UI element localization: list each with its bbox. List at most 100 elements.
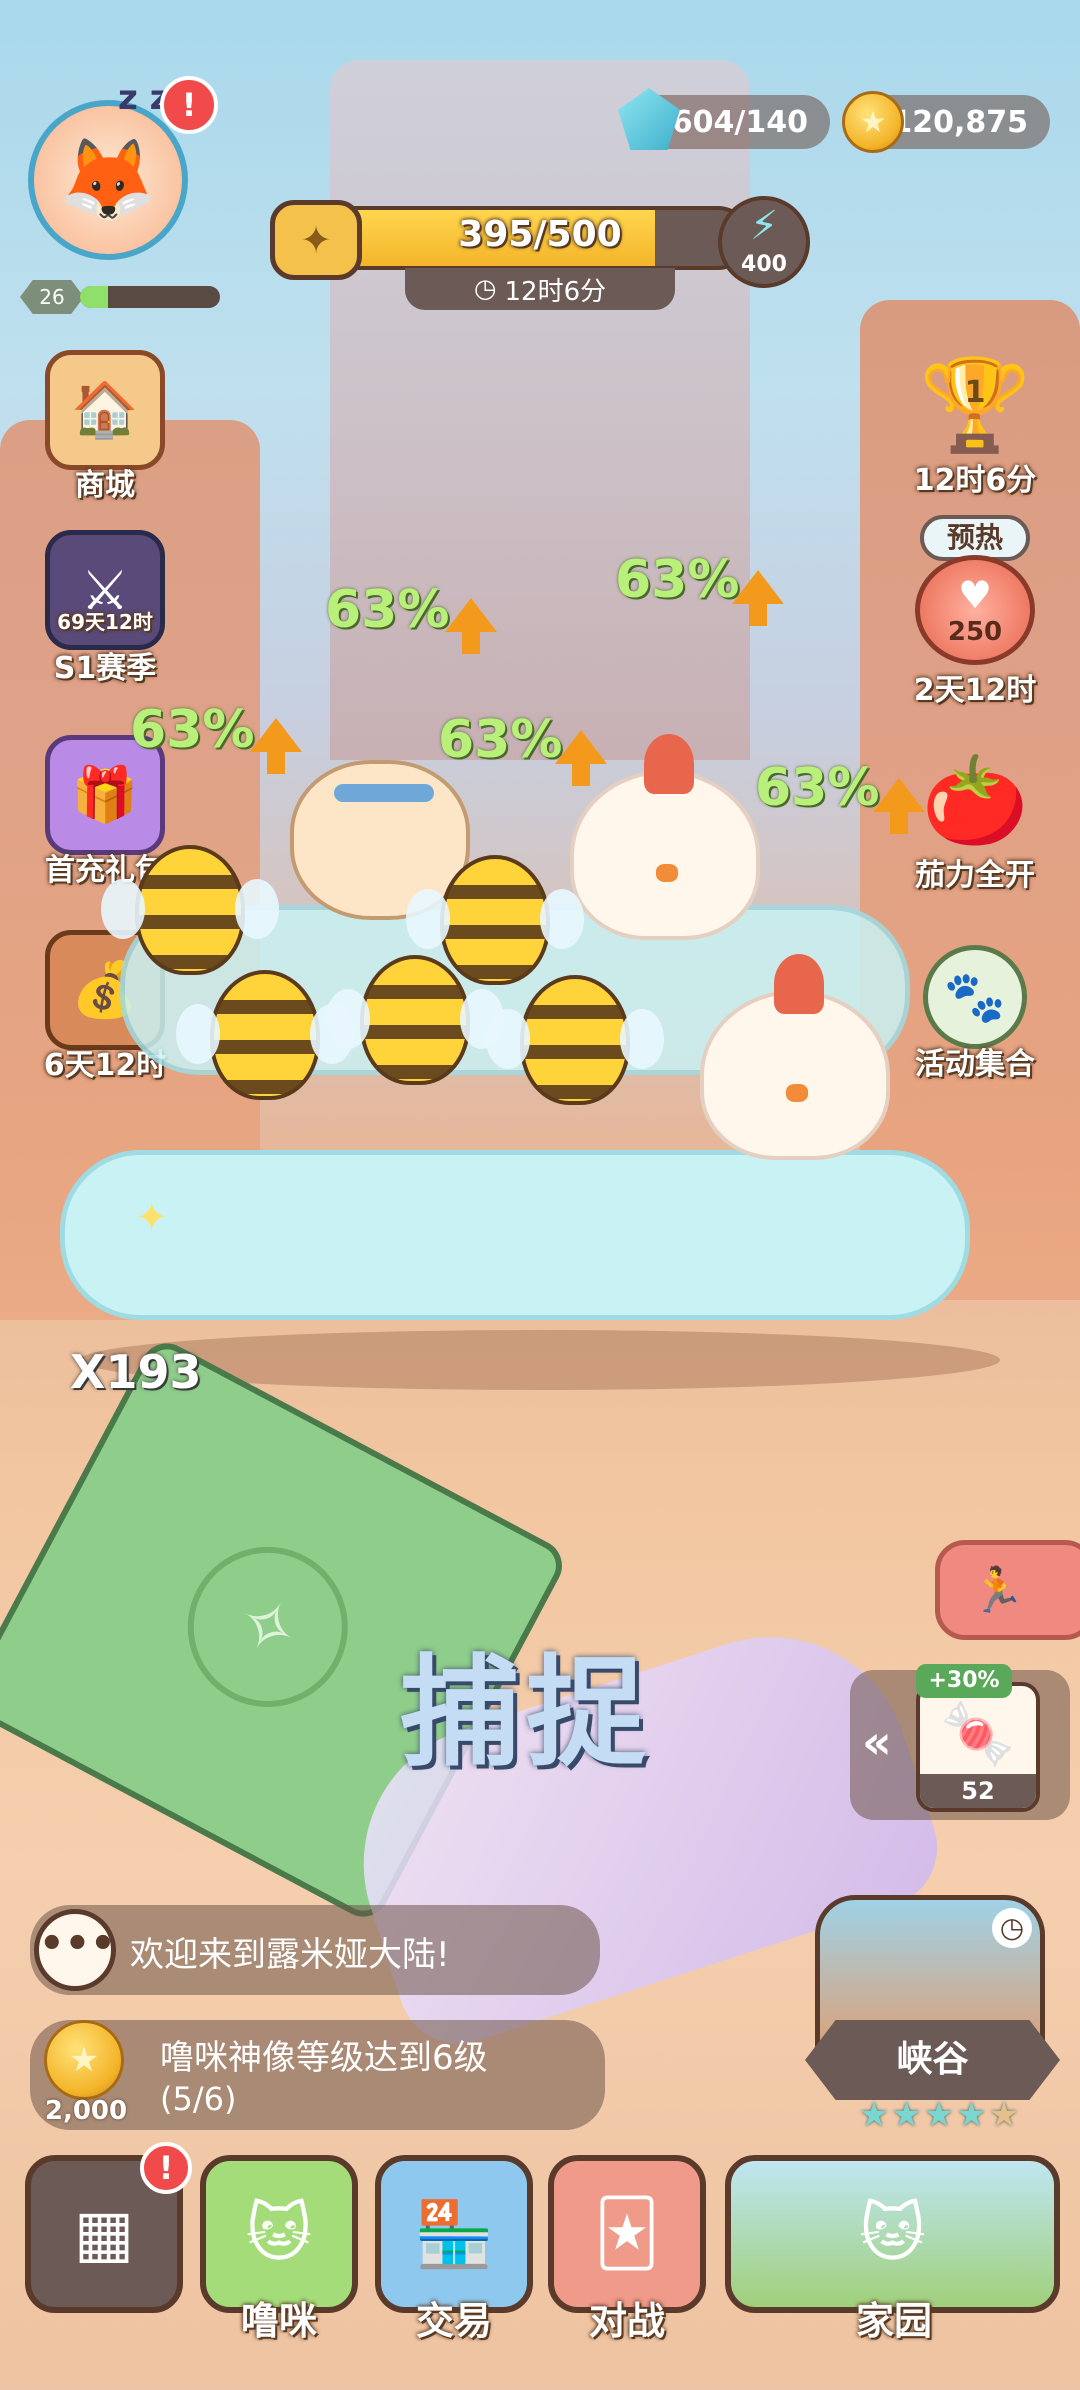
location-name: 峡谷 [896, 2039, 969, 2080]
bee-creature[interactable] [406, 855, 584, 985]
grid-menu-icon: ▦ [73, 2197, 135, 2271]
tomato-event-button[interactable]: 🍅 茄力全开 [900, 740, 1050, 894]
menu-alert-badge: ! [140, 2142, 192, 2194]
lightning-icon: ⚡ [749, 203, 779, 249]
chicken-creature[interactable] [700, 954, 890, 1160]
activity-button[interactable]: 🐾 活动集合 [900, 945, 1050, 1083]
bee-creature[interactable] [101, 845, 279, 975]
player-avatar[interactable]: 🦊 [28, 100, 188, 260]
season-progress-panel[interactable]: 395/500 ✦ ◷ 12时6分 ⚡ 400 [270, 196, 810, 310]
preheat-timer: 2天12时 [913, 673, 1037, 708]
battle-cards-icon: 🃏 [594, 2197, 660, 2271]
activity-label: 活动集合 [915, 1047, 1035, 1082]
trophy-button[interactable]: 🏆 1 12时6分 [900, 345, 1050, 499]
arrow-up-icon [873, 778, 925, 834]
trade-icon: 🏪 [414, 2197, 494, 2272]
pet-bowl-icon: 🐱 [245, 2197, 313, 2271]
tomato-icon: 🍅 [921, 750, 1029, 851]
card-multiplier: X193 [70, 1345, 202, 1399]
bolt-cost: 400 [741, 252, 787, 277]
location-name-plate: 峡谷 [805, 2020, 1060, 2100]
season-sub: 69天12时 [57, 610, 153, 634]
season-progress-text: 395/500 [458, 214, 622, 255]
home-icon: 🐱 [859, 2197, 926, 2271]
collapse-arrow-icon[interactable]: « [862, 1715, 892, 1769]
exit-button[interactable]: 🏃 [935, 1540, 1080, 1640]
shop-button[interactable]: 🏠 商城 [30, 350, 180, 504]
star-icon: ★ [956, 2095, 989, 2135]
canyon-rock-center [330, 60, 750, 760]
quest-reward-coin-icon: ★ [44, 2020, 124, 2100]
chat-bubble-icon: ••• [34, 1909, 116, 1991]
nav-lumi-label: 噜咪 [240, 2299, 317, 2343]
shop-icon: 🏠 [45, 350, 165, 470]
headband [334, 784, 434, 802]
nav-home-label: 家园 [855, 2299, 932, 2343]
chat-message: 欢迎来到露米娅大陆! [130, 1935, 450, 1975]
bee-creature[interactable] [326, 955, 504, 1085]
heart-icon: ♥ [957, 573, 993, 617]
quest-reward: 2,000 [44, 2096, 128, 2126]
star-icon: ★ [923, 2095, 957, 2135]
season-label: S1赛季 [53, 651, 157, 686]
capture-button-label[interactable]: 捕捉 [400, 1615, 652, 1789]
bait-selector[interactable]: « +30% 🍬 52 [850, 1664, 1070, 1820]
preheat-event-button[interactable]: 预热 ♥ 250 2天12时 [900, 515, 1050, 709]
event-count: 250 [947, 617, 1003, 647]
catch-rate-label: 63% [130, 700, 255, 760]
catch-rate-label: 63% [755, 758, 880, 818]
coin-icon: ★ [842, 91, 904, 153]
event-icon: ♥ 250 [915, 555, 1035, 665]
arrow-up-icon [555, 730, 607, 786]
nav-battle-label: 对战 [588, 2299, 665, 2343]
quest-progress: (5/6) [160, 2080, 237, 2118]
chicken-creature[interactable] [570, 734, 760, 940]
clock-icon: ◷ [992, 1908, 1032, 1948]
activity-icon: 🐾 [923, 945, 1027, 1049]
location-stars: ★★★★★ [830, 2095, 1050, 2135]
bolt-button[interactable]: ⚡ 400 [718, 196, 810, 288]
clock-icon: ◷ [473, 274, 497, 304]
chat-banner[interactable]: ••• 欢迎来到露米娅大陆! [30, 1905, 600, 1995]
level-hexagon: 26 [20, 280, 84, 314]
trophy-rank: 1 [964, 375, 986, 410]
bait-slot[interactable]: +30% 🍬 52 [916, 1664, 1040, 1812]
arrow-up-icon [250, 718, 302, 774]
catch-rate-label: 63% [325, 580, 450, 640]
card-emblem-icon: ✧ [159, 1518, 376, 1736]
star-icon: ★ [988, 2095, 1022, 2135]
quest-title: 噜咪神像等级达到6级 [160, 2038, 488, 2078]
trophy-icon: 🏆 1 [915, 345, 1035, 465]
bee-creature[interactable] [486, 975, 664, 1105]
scroll-icon: ✦ [270, 200, 362, 280]
star-icon: ★ [891, 2095, 924, 2135]
arrow-up-icon [732, 570, 784, 626]
candy-icon: 🍬 [940, 1699, 1016, 1769]
quest-banner[interactable]: ★ 2,000 噜咪神像等级达到6级 (5/6) [30, 2020, 605, 2130]
player-level: 26 [39, 285, 65, 309]
nav-trade-label: 交易 [415, 2299, 492, 2343]
season-button[interactable]: ⚔ 69天12时 S1赛季 [30, 530, 180, 687]
player-level-bar: 26 [20, 280, 220, 314]
run-icon: 🏃 [970, 1565, 1025, 1616]
energy-value: 604/140 [671, 104, 808, 140]
season-timer: ◷ 12时6分 [405, 268, 675, 310]
bee-creature[interactable] [176, 970, 354, 1100]
catch-rate-label: 63% [615, 550, 740, 610]
bait-count: 52 [920, 1774, 1036, 1808]
fox-avatar-icon: 🦊 [58, 133, 158, 226]
preheat-tag: 预热 [920, 515, 1030, 561]
arrow-up-icon [445, 598, 497, 654]
coin-value: 120,875 [891, 104, 1028, 140]
level-fill [80, 286, 108, 308]
level-track [80, 286, 220, 308]
catch-rate-label: 63% [438, 710, 563, 770]
shop-label: 商城 [75, 468, 135, 503]
bait-bonus: +30% [916, 1664, 1012, 1698]
avatar-alert-badge: ! [160, 76, 218, 134]
cloud-platform-main [60, 1150, 970, 1320]
sparkle-icon: ✦ [135, 1195, 169, 1241]
tomato-label: 茄力全开 [915, 858, 1035, 893]
season-timer-text: 12时6分 [504, 276, 607, 307]
star-icon: ★ [858, 2095, 892, 2135]
